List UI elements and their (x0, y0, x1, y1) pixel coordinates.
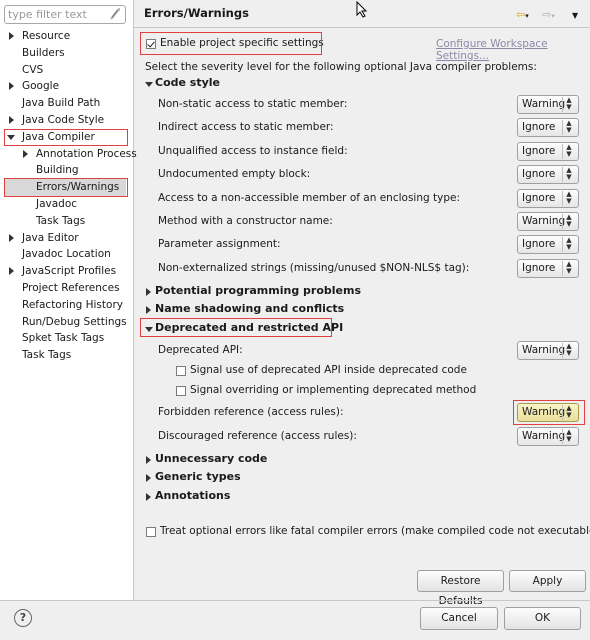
code-style-option-label: Unqualified access to instance field: (158, 145, 348, 157)
tree-item-label: Run/Debug Settings (22, 316, 127, 328)
ok-button[interactable]: OK (504, 607, 581, 630)
expand-icon (146, 288, 151, 296)
tree-item-label: Task Tags (22, 349, 72, 361)
tree-item-label: Spket Task Tags (22, 332, 105, 344)
severity-combo[interactable]: Ignore ▲ ▼ (517, 235, 579, 254)
expand-icon[interactable] (9, 32, 14, 40)
tree-item-label: Refactoring History (22, 299, 123, 311)
tree-item-label: Javadoc Location (22, 248, 111, 260)
spinner-arrows-icon: ▲ ▼ (562, 167, 575, 182)
help-icon[interactable]: ? (14, 609, 32, 627)
tree-item-label: Google (22, 80, 60, 92)
code-style-option-label: Indirect access to static member: (158, 121, 334, 133)
severity-combo[interactable]: Warning ▲ ▼ (517, 212, 579, 231)
tree-item-label: Task Tags (36, 215, 86, 227)
deprecated-inside-deprecated-checkbox[interactable] (176, 366, 186, 376)
spinner-arrows-icon: ▲ ▼ (562, 237, 575, 252)
tree-item-label: Project References (22, 282, 120, 294)
bottom-separator (0, 600, 590, 601)
tree-item-label: Builders (22, 47, 65, 59)
spinner-arrows-icon: ▲ ▼ (562, 343, 575, 358)
preference-tree-panel: Resource Builders CVS Google Java Build Path… (0, 0, 137, 600)
severity-combo[interactable]: Ignore ▲ ▼ (517, 118, 579, 137)
severity-combo[interactable]: Ignore ▲ ▼ (517, 189, 579, 208)
title-separator (134, 27, 590, 28)
treat-errors-fatal-checkbox[interactable] (146, 527, 156, 537)
back-nav-button[interactable]: ⇦▾ (516, 8, 529, 21)
annotation-box-enable (140, 32, 322, 55)
code-style-option-label: Parameter assignment: (158, 238, 281, 250)
view-menu-icon[interactable]: ▼ (572, 11, 578, 20)
code-style-option-label: Access to a non-accessible member of an … (158, 192, 460, 204)
tree-item-label: Building (36, 164, 79, 176)
spinner-arrows-icon: ▲ ▼ (562, 429, 575, 444)
expand-icon (146, 493, 151, 501)
forward-arrow-icon: ⇨ (542, 8, 552, 21)
intro-text: Select the severity level for the follow… (145, 61, 537, 73)
expand-icon[interactable] (9, 267, 14, 275)
filter-input[interactable] (8, 7, 104, 22)
spinner-arrows-icon: ▲ ▼ (562, 120, 575, 135)
code-style-option-label: Method with a constructor name: (158, 215, 333, 227)
expand-icon (146, 474, 151, 482)
expand-icon[interactable] (9, 82, 14, 90)
annotation-box-deprecated (140, 318, 332, 337)
code-style-option-label: Non-externalized strings (missing/unused… (158, 262, 470, 274)
severity-combo[interactable]: Warning ▲ ▼ (517, 95, 579, 114)
mouse-cursor-icon (356, 1, 368, 18)
page-title: Errors/Warnings (144, 6, 249, 20)
tree-item-label: Java Editor (22, 232, 79, 244)
spinner-arrows-icon: ▲ ▼ (562, 97, 575, 112)
severity-combo[interactable]: Ignore ▲ ▼ (517, 142, 579, 161)
deprecated-override-label: Signal overriding or implementing deprec… (190, 384, 477, 396)
cancel-button[interactable]: Cancel (420, 607, 498, 630)
spinner-arrows-icon: ▲ ▼ (562, 261, 575, 276)
apply-button[interactable]: Apply (509, 570, 586, 592)
discouraged-reference-combo[interactable]: Warning ▲ ▼ (517, 427, 579, 446)
filter-box (4, 5, 126, 24)
collapse-icon (145, 82, 153, 87)
expand-icon[interactable] (23, 150, 28, 158)
restore-defaults-button[interactable]: Restore Defaults (417, 570, 504, 607)
spinner-arrows-icon: ▲ ▼ (562, 144, 575, 159)
tree-item-label: JavaScript Profiles (22, 265, 117, 277)
severity-combo[interactable]: Ignore ▲ ▼ (517, 165, 579, 184)
annotation-box-java-compiler (4, 129, 128, 146)
tree-item-label: Java Code Style (22, 114, 105, 126)
forbidden-reference-label: Forbidden reference (access rules): (158, 406, 344, 418)
treat-errors-fatal-label: Treat optional errors like fatal compile… (160, 525, 590, 537)
spinner-arrows-icon: ▲ ▼ (562, 214, 575, 229)
configure-workspace-link[interactable]: Configure Workspace Settings... (436, 38, 590, 62)
severity-combo[interactable]: Ignore ▲ ▼ (517, 259, 579, 278)
annotation-box-forbidden (513, 400, 585, 425)
tree-item-label: Annotation Process (36, 148, 137, 160)
spinner-arrows-icon: ▲ ▼ (562, 191, 575, 206)
deprecated-api-label: Deprecated API: (158, 344, 243, 356)
annotation-box-errors-warnings (4, 178, 128, 197)
deprecated-override-checkbox[interactable] (176, 386, 186, 396)
expand-icon[interactable] (9, 116, 14, 124)
tree-item-label: Java Build Path (22, 97, 101, 109)
back-arrow-icon: ⇦ (516, 8, 526, 21)
deprecated-api-combo[interactable]: Warning ▲ ▼ (517, 341, 579, 360)
discouraged-reference-label: Discouraged reference (access rules): (158, 430, 357, 442)
deprecated-inside-deprecated-label: Signal use of deprecated API inside depr… (190, 364, 467, 376)
forward-nav-button[interactable]: ⇨▾ (542, 8, 555, 21)
code-style-option-label: Undocumented empty block: (158, 168, 311, 180)
tree-item-label: Resource (22, 30, 71, 42)
expand-icon (146, 306, 151, 314)
code-style-option-label: Non-static access to static member: (158, 98, 348, 110)
expand-icon[interactable] (9, 234, 14, 242)
clear-filter-icon[interactable] (108, 7, 122, 21)
tree-item-label: CVS (22, 64, 44, 76)
expand-icon (146, 456, 151, 464)
tree-item-label: Javadoc (36, 198, 78, 210)
